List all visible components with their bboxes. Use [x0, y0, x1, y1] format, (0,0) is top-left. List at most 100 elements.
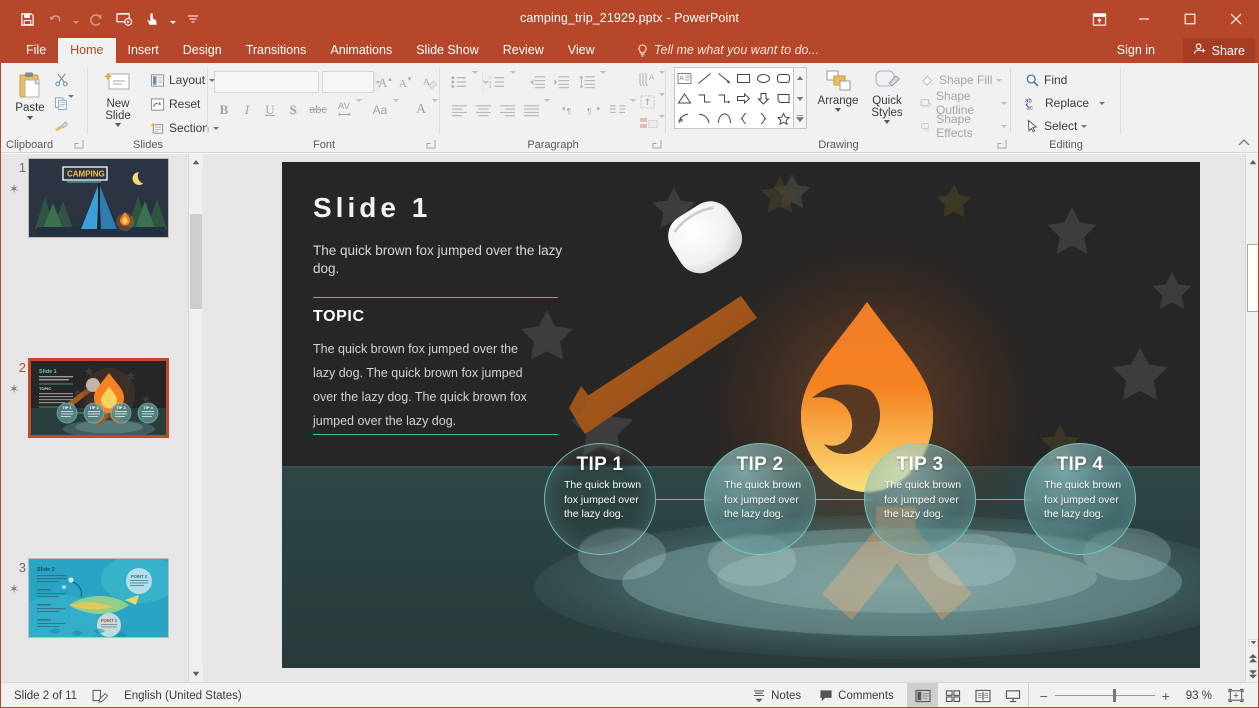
tab-transitions[interactable]: Transitions — [234, 38, 319, 63]
font-color-button[interactable]: A — [411, 99, 431, 121]
bullets-button[interactable] — [448, 71, 470, 93]
zoom-in-button[interactable]: + — [1155, 683, 1177, 708]
shape-elbow-connector-icon[interactable] — [696, 90, 713, 107]
slide-sorter-button[interactable] — [938, 683, 968, 708]
zoom-out-button[interactable]: − — [1033, 683, 1055, 708]
normal-view-button[interactable] — [907, 682, 938, 708]
thumbnail-scroll-up-icon[interactable] — [189, 154, 203, 170]
bold-button[interactable]: B — [214, 99, 234, 121]
change-case-dropdown-icon[interactable] — [393, 99, 399, 121]
slide-scroll-thumb[interactable] — [1247, 244, 1259, 312]
share-button[interactable]: Share — [1182, 38, 1255, 63]
tell-me-search[interactable]: Tell me what you want to do... — [637, 38, 819, 63]
tip-circle-1[interactable]: TIP 1 The quick brown fox jumped over th… — [544, 443, 656, 555]
shapes-gallery-more-icon[interactable] — [795, 112, 805, 126]
line-spacing-dropdown-icon[interactable] — [600, 71, 606, 93]
numbering-dropdown-icon[interactable] — [510, 71, 516, 93]
shape-elbow-arrow-connector-icon[interactable] — [716, 90, 733, 107]
slide-thumbnail-1[interactable]: CAMPING — [28, 158, 169, 238]
new-slide-button[interactable]: New Slide — [94, 67, 142, 127]
minimize-button[interactable] — [1121, 0, 1167, 38]
shape-rectangle-icon[interactable] — [735, 70, 752, 87]
new-slide-dropdown-icon[interactable] — [115, 123, 121, 127]
shape-line-icon[interactable] — [696, 70, 713, 87]
justify-button[interactable] — [520, 99, 542, 121]
shape-effects-button[interactable]: Shape Effects — [916, 112, 1011, 140]
comments-button[interactable]: Comments — [810, 683, 903, 708]
align-left-button[interactable] — [448, 99, 470, 121]
shape-fill-button[interactable]: Shape Fill — [916, 69, 1006, 91]
shapes-scroll-down-icon[interactable] — [796, 91, 804, 105]
shape-star-icon[interactable] — [775, 110, 792, 127]
clear-formatting-button[interactable]: A — [420, 71, 440, 93]
zoom-track[interactable] — [1054, 689, 1155, 702]
quick-styles-dropdown-icon[interactable] — [884, 120, 890, 124]
collapse-ribbon-button[interactable] — [1235, 134, 1253, 150]
thumbnail-row[interactable]: 3 ✶ POINT 2 POINT 1 Slide 2 — [0, 354, 188, 638]
maximize-button[interactable] — [1167, 0, 1213, 38]
shape-folded-corner-icon[interactable] — [775, 90, 792, 107]
previous-slide-icon[interactable] — [1246, 650, 1259, 666]
thumbnail-scrollbar[interactable] — [188, 154, 203, 682]
tab-home[interactable]: Home — [58, 38, 116, 63]
reset-button[interactable]: Reset — [146, 93, 204, 115]
sign-in-button[interactable]: Sign in — [1109, 38, 1163, 63]
paragraph-dialog-launcher[interactable] — [651, 139, 662, 150]
increase-font-size-button[interactable]: A — [376, 71, 396, 93]
zoom-level[interactable]: 93 % — [1177, 683, 1221, 708]
shapes-gallery-scroll[interactable] — [794, 67, 807, 129]
tab-file[interactable]: File — [14, 38, 58, 63]
tab-view[interactable]: View — [556, 38, 607, 63]
thumbnail-row[interactable]: 4 ✶ Slide 3 — [0, 454, 188, 554]
slide-title[interactable]: Slide 1 — [313, 192, 431, 224]
shape-text-box-icon[interactable]: A — [676, 70, 693, 87]
reading-view-button[interactable] — [968, 683, 998, 708]
tab-review[interactable]: Review — [491, 38, 556, 63]
center-button[interactable] — [472, 99, 494, 121]
paste-button[interactable]: Paste — [8, 67, 52, 120]
paste-dropdown-icon[interactable] — [27, 116, 33, 120]
copy-dropdown-icon[interactable] — [68, 95, 77, 98]
slide-topic-body[interactable]: The quick brown fox jumped over the lazy… — [313, 337, 538, 433]
notes-button[interactable]: Notes — [743, 683, 810, 708]
tab-design[interactable]: Design — [171, 38, 234, 63]
thumbnail-row[interactable]: 2 ✶ Slide 1 TOPIC TIP 1 TIP 2 TIP 3 TIP … — [0, 254, 188, 438]
shape-left-brace-icon[interactable] — [735, 110, 752, 127]
format-painter-button[interactable] — [50, 115, 72, 137]
shape-curve-icon[interactable] — [696, 110, 713, 127]
tab-animations[interactable]: Animations — [318, 38, 404, 63]
tip-circle-3[interactable]: TIP 3 The quick brown fox jumped over th… — [864, 443, 976, 555]
strikethrough-button[interactable]: abc — [306, 99, 330, 121]
replace-button[interactable]: ab ac Replace — [1021, 92, 1109, 114]
thumbnail-row[interactable]: 6 Slide 5 — [0, 654, 188, 682]
slide-editing-surface[interactable]: Slide 1 The quick brown fox jumped over … — [282, 162, 1200, 668]
ltr-direction-button[interactable]: ¶ — [558, 99, 580, 121]
slide-scroll-up-icon[interactable] — [1246, 154, 1259, 170]
font-size-input[interactable] — [322, 71, 489, 93]
thumbnail-row[interactable]: 5 ✶ — [0, 554, 188, 654]
slide-subtitle[interactable]: The quick brown fox jumped over the lazy… — [313, 242, 563, 278]
shapes-scroll-up-icon[interactable] — [796, 70, 804, 84]
fit-to-window-button[interactable] — [1221, 683, 1251, 708]
shape-right-arrow-icon[interactable] — [735, 90, 752, 107]
language-indicator[interactable]: English (United States) — [115, 683, 251, 708]
cut-button[interactable] — [50, 68, 72, 90]
shape-outline-button[interactable]: Shape Outline — [916, 89, 1011, 117]
find-button[interactable]: Find — [1021, 69, 1071, 91]
decrease-font-size-button[interactable]: A — [396, 71, 416, 93]
justify-dropdown-icon[interactable] — [544, 99, 550, 121]
text-direction-button[interactable]: A — [636, 69, 660, 91]
shape-triangle-icon[interactable] — [676, 90, 693, 107]
font-name-input[interactable] — [214, 71, 381, 93]
rtl-direction-button[interactable]: ¶ — [582, 99, 604, 121]
zoom-handle[interactable] — [1112, 689, 1116, 702]
convert-to-smartart-button[interactable] — [636, 113, 660, 135]
numbering-button[interactable]: 123 — [486, 71, 508, 93]
shape-effects-dropdown-icon[interactable] — [1001, 124, 1007, 128]
italic-button[interactable]: I — [237, 99, 257, 121]
decrease-indent-button[interactable] — [526, 71, 548, 93]
shape-rounded-rectangle-icon[interactable] — [775, 70, 792, 87]
font-dialog-launcher[interactable] — [425, 139, 436, 150]
shape-arrow-icon[interactable] — [716, 70, 733, 87]
slide-thumbnail-pane[interactable]: 1 ✶ CAMPING 2 ✶ Slide 1 TOPIC TIP 1 TIP … — [0, 154, 188, 682]
